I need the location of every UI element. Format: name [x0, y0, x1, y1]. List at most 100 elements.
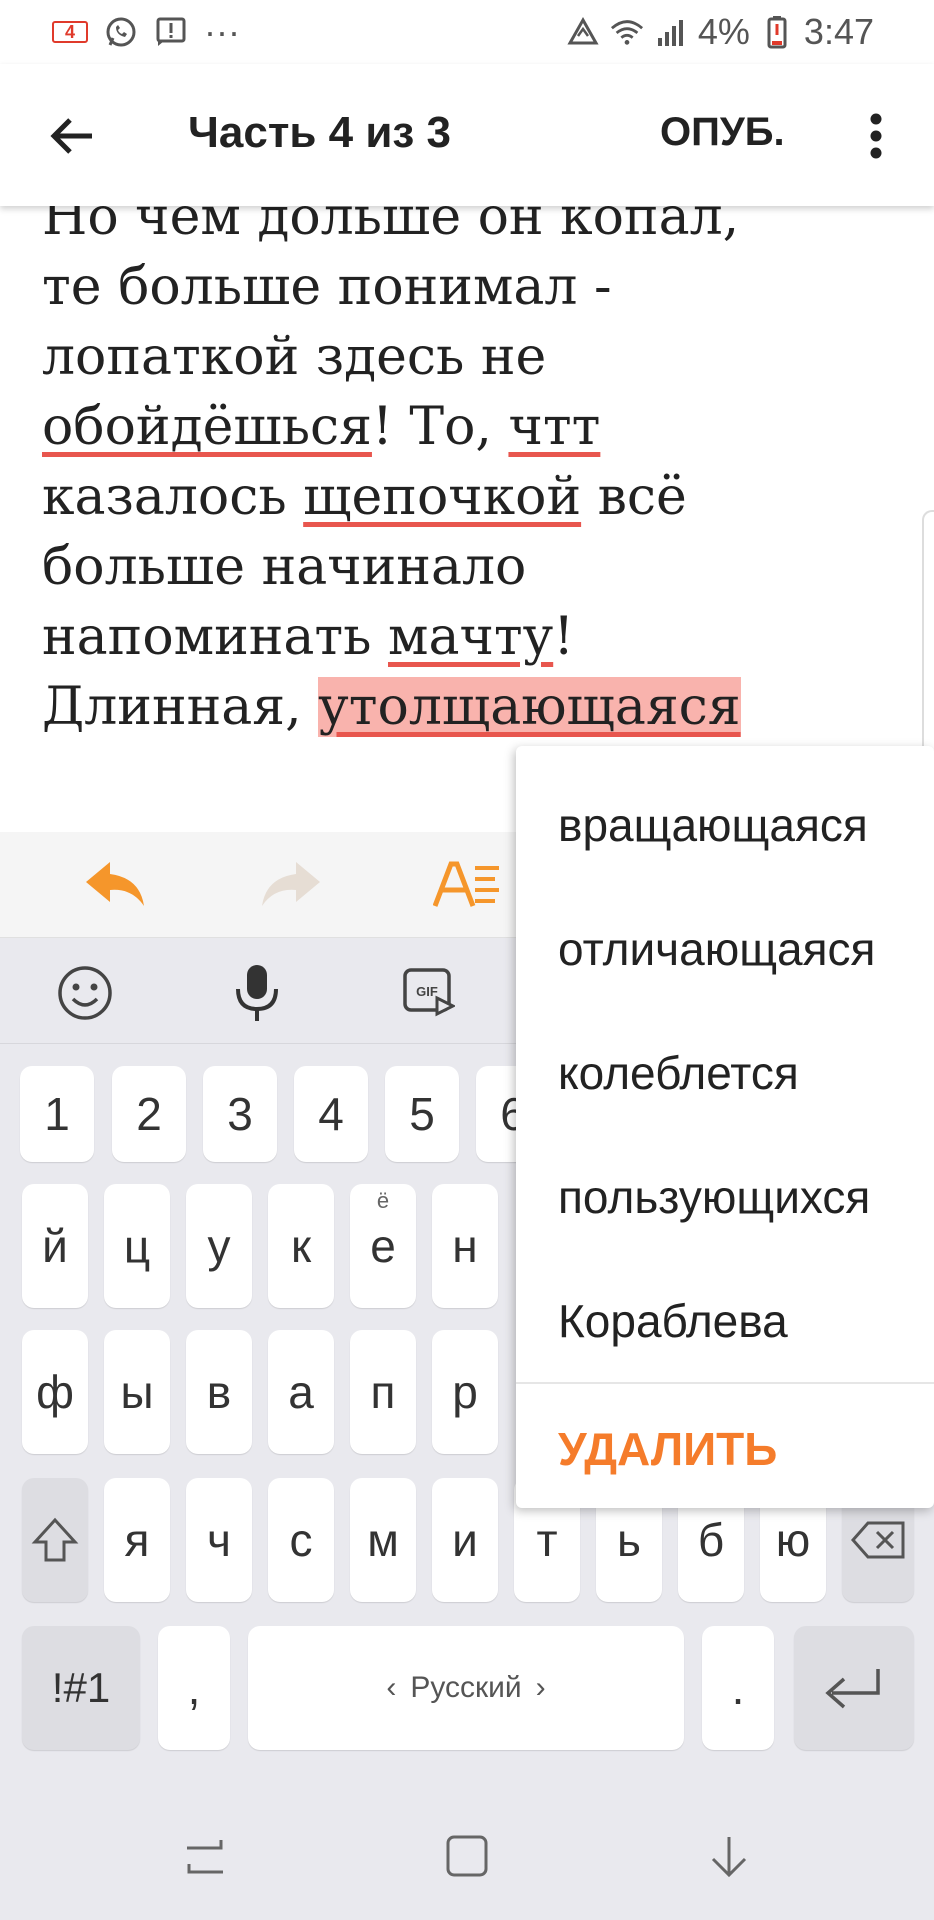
- language-next-icon: ›: [535, 1671, 546, 1704]
- story-text[interactable]: Но чем дольше он копал, те больше понимал…: [42, 182, 842, 742]
- space-language-label: Русский: [410, 1671, 522, 1704]
- key-3[interactable]: 3: [203, 1066, 277, 1162]
- story-text-run: казалось: [42, 467, 304, 527]
- smiley-icon: [58, 966, 112, 1020]
- language-prev-icon: ‹: [386, 1671, 397, 1704]
- key-м[interactable]: м: [350, 1478, 416, 1602]
- undo-icon: [86, 862, 144, 906]
- delete-word-button[interactable]: УДАЛИТЬ: [558, 1422, 777, 1476]
- gif-button[interactable]: GIF: [394, 960, 464, 1026]
- status-right: 4% 3:47: [566, 11, 874, 52]
- text-format-button[interactable]: [428, 850, 508, 920]
- story-line: казалось щепочкой всё: [42, 462, 842, 532]
- suggestion-item[interactable]: Кораблева: [558, 1294, 788, 1348]
- redo-icon: [262, 862, 320, 906]
- wifi-icon: [610, 15, 644, 49]
- app-bar: Часть 4 из 3 ОПУБ.: [0, 64, 934, 206]
- key-1[interactable]: 1: [20, 1066, 94, 1162]
- text-format-icon: [433, 861, 499, 907]
- story-editor[interactable]: Но чем дольше он копал, те больше понимал…: [0, 176, 934, 832]
- home-square-icon: [446, 1835, 488, 1877]
- hide-keyboard-button[interactable]: [694, 1826, 764, 1886]
- key-в[interactable]: в: [186, 1330, 252, 1454]
- status-left: 4 ···: [52, 11, 240, 52]
- space-key-label: ‹ Русский ›: [386, 1671, 545, 1705]
- story-text-run: те больше понимал -: [42, 257, 612, 317]
- story-line: лопаткой здесь не: [42, 322, 842, 392]
- enter-key[interactable]: [794, 1626, 914, 1750]
- data-saver-icon: [566, 15, 600, 49]
- story-line: напоминать мачту!: [42, 602, 842, 672]
- battery-percent: 4%: [697, 11, 750, 52]
- period-key[interactable]: .: [702, 1626, 774, 1750]
- suggestion-item[interactable]: пользующихся: [558, 1170, 870, 1224]
- key-н[interactable]: н: [432, 1184, 498, 1308]
- story-text-run: всё: [581, 467, 687, 527]
- suggestion-item[interactable]: отличающаяся: [558, 922, 875, 976]
- more-options-button[interactable]: [848, 100, 904, 172]
- key-й[interactable]: й: [22, 1184, 88, 1308]
- space-key[interactable]: ‹ Русский ›: [248, 1626, 684, 1750]
- backspace-icon: [850, 1521, 905, 1559]
- misspelled-word[interactable]: щепочкой: [303, 467, 581, 527]
- key-ц[interactable]: ц: [104, 1184, 170, 1308]
- comma-key[interactable]: ,: [158, 1626, 230, 1750]
- more-vertical-icon: [870, 113, 882, 159]
- key-и[interactable]: и: [432, 1478, 498, 1602]
- shift-key[interactable]: [22, 1478, 88, 1602]
- misspelled-word[interactable]: чтт: [508, 397, 600, 457]
- back-button[interactable]: [36, 100, 108, 172]
- notification-count-badge: 4: [52, 21, 88, 43]
- shift-icon: [31, 1517, 79, 1562]
- key-к[interactable]: к: [268, 1184, 334, 1308]
- publish-button[interactable]: ОПУБ.: [660, 110, 785, 155]
- whatsapp-icon: [104, 15, 138, 49]
- battery-low-icon: [760, 15, 794, 49]
- story-line: обойдёшься! То, чтт: [42, 392, 842, 462]
- key-ы[interactable]: ы: [104, 1330, 170, 1454]
- story-text-run: Длинная,: [42, 677, 319, 737]
- suggestion-item[interactable]: вращающаяся: [558, 798, 868, 852]
- key-ф[interactable]: ф: [22, 1330, 88, 1454]
- misspelled-word[interactable]: мачту: [388, 607, 553, 667]
- recents-button[interactable]: [170, 1826, 240, 1886]
- gif-label: GIF: [416, 984, 438, 999]
- clock: 3:47: [803, 11, 874, 52]
- enter-icon: [825, 1669, 880, 1709]
- story-text-run: !: [553, 607, 575, 667]
- undo-button[interactable]: [76, 850, 156, 920]
- emoji-button[interactable]: [50, 960, 120, 1026]
- key-с[interactable]: с: [268, 1478, 334, 1602]
- status-bar: 4 ··· 4% 3:47: [0, 0, 934, 64]
- key-р[interactable]: р: [432, 1330, 498, 1454]
- symbols-key[interactable]: !#1: [22, 1626, 140, 1750]
- selected-misspelled-word[interactable]: утолщающаяся: [318, 677, 741, 737]
- arrow-down-icon: [711, 1837, 747, 1878]
- home-button[interactable]: [432, 1826, 502, 1886]
- alert-message-icon: [154, 15, 188, 49]
- divider: [516, 1382, 934, 1384]
- key-а[interactable]: а: [268, 1330, 334, 1454]
- page-title: Часть 4 из 3: [188, 108, 451, 157]
- suggestion-item[interactable]: колеблется: [558, 1046, 799, 1100]
- key-4[interactable]: 4: [294, 1066, 368, 1162]
- key-у[interactable]: у: [186, 1184, 252, 1308]
- story-line: Длинная, утолщающаяся: [42, 672, 842, 742]
- key-2[interactable]: 2: [112, 1066, 186, 1162]
- key-е-hint: ё: [376, 1188, 390, 1213]
- key-е-label: е: [370, 1220, 396, 1272]
- key-е[interactable]: ё е: [350, 1184, 416, 1308]
- story-line: больше начинало: [42, 532, 842, 602]
- story-text-run: ! То,: [371, 397, 509, 457]
- spelling-suggestions-popup: вращающаяся отличающаяся колеблется поль…: [516, 746, 934, 1508]
- back-arrow-icon: [50, 118, 92, 154]
- redo-button[interactable]: [250, 850, 330, 920]
- key-5[interactable]: 5: [385, 1066, 459, 1162]
- key-п[interactable]: п: [350, 1330, 416, 1454]
- key-я[interactable]: я: [104, 1478, 170, 1602]
- story-line: те больше понимал -: [42, 252, 842, 322]
- misspelled-word[interactable]: обойдёшься: [42, 397, 372, 457]
- key-ч[interactable]: ч: [186, 1478, 252, 1602]
- voice-input-button[interactable]: [222, 960, 292, 1026]
- story-text-run: напоминать: [42, 607, 388, 667]
